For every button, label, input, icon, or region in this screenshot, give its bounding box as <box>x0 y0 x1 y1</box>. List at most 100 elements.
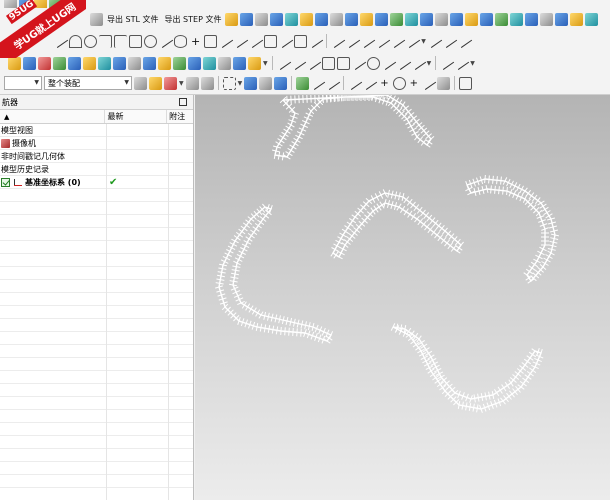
snap-midpoint-icon[interactable] <box>259 76 273 90</box>
block-icon[interactable] <box>270 12 284 26</box>
trim-body-icon[interactable] <box>540 12 554 26</box>
through-curves-icon[interactable] <box>8 56 21 70</box>
snap-control-point-icon[interactable] <box>274 76 288 90</box>
sketch-tools-icon[interactable] <box>456 33 472 49</box>
slot-icon[interactable] <box>390 12 404 26</box>
checkbox-checked-icon[interactable] <box>1 178 10 187</box>
curve-top[interactable] <box>274 95 432 158</box>
subtract-icon[interactable] <box>435 12 449 26</box>
chamfer-curve-icon[interactable] <box>114 34 127 48</box>
chamfer-icon[interactable] <box>480 12 494 26</box>
snap-mid-point-icon[interactable] <box>325 75 341 91</box>
snap-endpoint-icon[interactable] <box>244 76 258 90</box>
chevron-down-icon[interactable]: ▼ <box>263 60 268 67</box>
sew-icon[interactable] <box>585 12 599 26</box>
project-curve-icon[interactable] <box>294 34 308 48</box>
snap-intersection-icon[interactable]: + <box>378 78 390 89</box>
chevron-down-icon[interactable]: ▼ <box>427 60 432 67</box>
isoparametric-curve-icon[interactable] <box>410 55 426 71</box>
quick-trim-icon[interactable] <box>233 33 249 49</box>
cut-off-icon[interactable] <box>34 0 47 8</box>
export-stl-button[interactable]: 导出 STL 文件 <box>105 14 161 25</box>
pattern-icon[interactable] <box>225 12 239 26</box>
snap-on-curve-icon[interactable] <box>347 75 363 91</box>
mirror-icon[interactable] <box>570 12 584 26</box>
rectangle-select-icon[interactable] <box>222 76 236 90</box>
select-curve-icon[interactable] <box>200 76 214 90</box>
convert-reference-icon[interactable] <box>390 33 406 49</box>
maximize-icon[interactable] <box>179 98 187 106</box>
cylinder-icon[interactable] <box>285 12 299 26</box>
column-name-header[interactable]: ▲ <box>0 110 106 123</box>
snap-settings-icon[interactable] <box>459 76 473 90</box>
dimension-icon[interactable] <box>345 33 361 49</box>
bridge-surface-icon[interactable] <box>203 56 216 70</box>
edge-blend-icon[interactable] <box>465 12 479 26</box>
fill-surface-icon[interactable] <box>113 56 126 70</box>
hole-icon[interactable] <box>330 12 344 26</box>
snap-tangent-icon[interactable] <box>420 75 437 91</box>
studio-spline-icon[interactable] <box>157 33 174 49</box>
boss-icon[interactable] <box>345 12 359 26</box>
cone-icon[interactable] <box>300 12 314 26</box>
arc-icon[interactable] <box>69 34 82 48</box>
geometric-constraint-icon[interactable] <box>360 33 376 49</box>
select-feature-icon[interactable] <box>134 76 147 90</box>
unite-icon[interactable] <box>420 12 434 26</box>
snap-point-on-curve-icon[interactable]: + <box>408 78 420 89</box>
line-icon[interactable] <box>52 33 69 49</box>
tree-node-unused-items[interactable]: 非时间戳记几何体 <box>0 150 193 163</box>
chevron-down-icon[interactable]: ▼ <box>238 80 243 87</box>
select-edge-icon[interactable] <box>185 76 199 90</box>
join-curve-icon[interactable] <box>290 55 306 71</box>
tree-node-model-views[interactable]: 模型视图 <box>0 124 193 137</box>
cut-off-icon[interactable] <box>4 0 17 8</box>
ellipse-icon[interactable] <box>174 34 187 48</box>
offset-3d-curve-icon[interactable] <box>305 55 321 71</box>
trimmed-sheet-icon[interactable] <box>173 56 186 70</box>
trim-curve-icon[interactable] <box>336 56 350 70</box>
rectangle-icon[interactable] <box>129 34 142 48</box>
split-body-icon[interactable] <box>555 12 569 26</box>
snap-on-face-icon[interactable] <box>362 75 378 91</box>
law-extension-icon[interactable] <box>143 56 156 70</box>
curvature-comb-icon[interactable] <box>454 55 470 71</box>
bounded-plane-icon[interactable] <box>98 56 111 70</box>
analysis-icon[interactable] <box>439 55 455 71</box>
extrude-icon[interactable] <box>240 12 254 26</box>
offset-surface-icon[interactable] <box>158 56 171 70</box>
revolve-icon[interactable] <box>255 12 269 26</box>
face-blend-icon[interactable] <box>218 56 231 70</box>
export-step-button[interactable]: 导出 STEP 文件 <box>163 14 224 25</box>
snap-end-point-icon[interactable] <box>310 75 326 91</box>
tree-node-cameras[interactable]: 摄像机 <box>0 137 193 150</box>
column-latest-header[interactable]: 最新 <box>105 110 168 123</box>
export-icon[interactable] <box>90 12 103 26</box>
selection-scope-dropdown[interactable]: 整个装配 ▼ <box>44 76 132 90</box>
offset-face-icon[interactable] <box>525 12 539 26</box>
intersect-icon[interactable] <box>450 12 464 26</box>
ruled-icon[interactable] <box>68 56 81 70</box>
pattern-curve-icon[interactable] <box>218 33 234 49</box>
make-corner-icon[interactable] <box>264 34 278 48</box>
derived-lines-icon[interactable] <box>278 33 294 49</box>
bridge-curve-icon[interactable] <box>275 55 291 71</box>
sketch-settings-icon[interactable] <box>426 33 442 49</box>
cut-off-icon[interactable] <box>49 0 62 8</box>
sketch-relations-icon[interactable] <box>441 33 457 49</box>
column-attached-header[interactable]: 附注 <box>167 110 193 123</box>
fillet-icon[interactable] <box>99 34 112 48</box>
x-form-icon[interactable] <box>233 56 246 70</box>
chevron-down-icon[interactable]: ▼ <box>470 60 475 67</box>
offset-curve-icon[interactable] <box>204 34 218 48</box>
groove-icon[interactable] <box>405 12 419 26</box>
auto-constrain-icon[interactable] <box>375 33 391 49</box>
select-body-icon[interactable] <box>149 76 162 90</box>
snap-existing-point-icon[interactable] <box>296 76 310 90</box>
n-sided-surface-icon[interactable] <box>83 56 96 70</box>
alternate-solution-icon[interactable] <box>405 33 421 49</box>
snap-arc-center-icon[interactable] <box>392 76 406 90</box>
draft-icon[interactable] <box>510 12 524 26</box>
through-curve-mesh-icon[interactable] <box>23 56 36 70</box>
helix-icon[interactable] <box>366 56 380 70</box>
